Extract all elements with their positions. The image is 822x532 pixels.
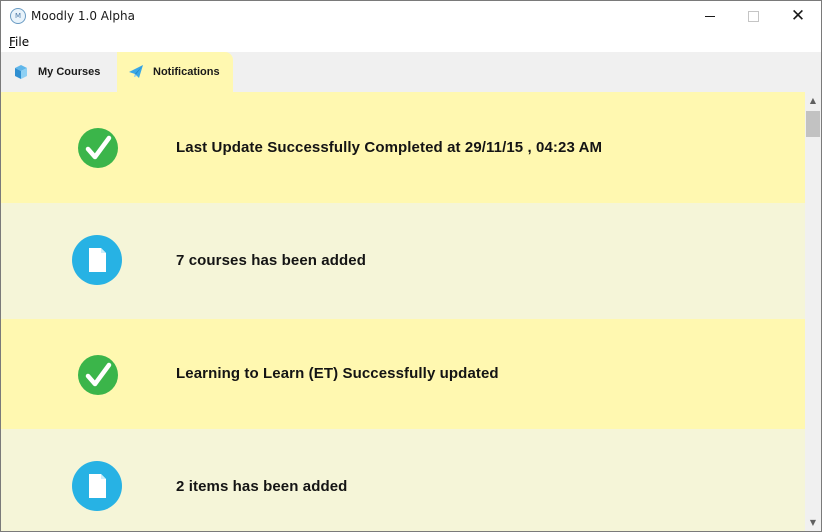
- scroll-down-icon: ▼: [809, 518, 817, 527]
- notification-message: Last Update Successfully Completed at 29…: [176, 139, 603, 156]
- app-window: M Moodly 1.0 Alpha ✕ File My Courses Not…: [0, 0, 822, 532]
- notifications-list: Last Update Successfully Completed at 29…: [1, 92, 805, 531]
- title-bar[interactable]: M Moodly 1.0 Alpha ✕: [1, 1, 821, 32]
- tab-my-courses[interactable]: My Courses: [1, 52, 115, 92]
- minimize-icon: [705, 16, 715, 17]
- document-icon: [71, 460, 123, 512]
- notification-message: 2 items has been added: [176, 478, 348, 495]
- notification-item: Learning to Learn (ET) Successfully upda…: [1, 319, 805, 429]
- menu-file[interactable]: File: [9, 35, 29, 49]
- minimize-button[interactable]: [687, 1, 733, 32]
- notification-item: Last Update Successfully Completed at 29…: [1, 92, 805, 203]
- notification-plane-icon: [128, 64, 144, 80]
- tab-my-courses-label: My Courses: [38, 66, 101, 78]
- vertical-scrollbar[interactable]: ▲ ▼: [805, 92, 821, 531]
- maximize-icon: [747, 11, 759, 22]
- tab-notifications[interactable]: Notifications: [117, 52, 233, 92]
- scroll-thumb[interactable]: [806, 111, 820, 137]
- courses-box-icon: [13, 64, 29, 80]
- document-icon: [71, 234, 123, 286]
- menu-bar: File: [1, 32, 821, 52]
- close-icon: ✕: [790, 6, 806, 26]
- notification-item: 7 courses has been added: [1, 203, 805, 319]
- notification-message: Learning to Learn (ET) Successfully upda…: [176, 365, 499, 382]
- app-logo-icon: M: [10, 8, 26, 24]
- menu-file-label: ile: [15, 35, 30, 49]
- scroll-up-icon: ▲: [809, 96, 817, 105]
- close-button[interactable]: ✕: [775, 1, 821, 32]
- check-icon: [71, 354, 123, 406]
- scroll-down-button[interactable]: ▼: [805, 514, 821, 531]
- check-icon: [71, 127, 123, 179]
- maximize-button[interactable]: [730, 1, 776, 32]
- scroll-up-button[interactable]: ▲: [805, 92, 821, 109]
- tab-bar: My Courses Notifications: [1, 52, 821, 92]
- tab-notifications-label: Notifications: [153, 66, 220, 78]
- window-title: Moodly 1.0 Alpha: [31, 9, 135, 23]
- notification-item: 2 items has been added: [1, 429, 805, 531]
- notification-message: 7 courses has been added: [176, 252, 366, 269]
